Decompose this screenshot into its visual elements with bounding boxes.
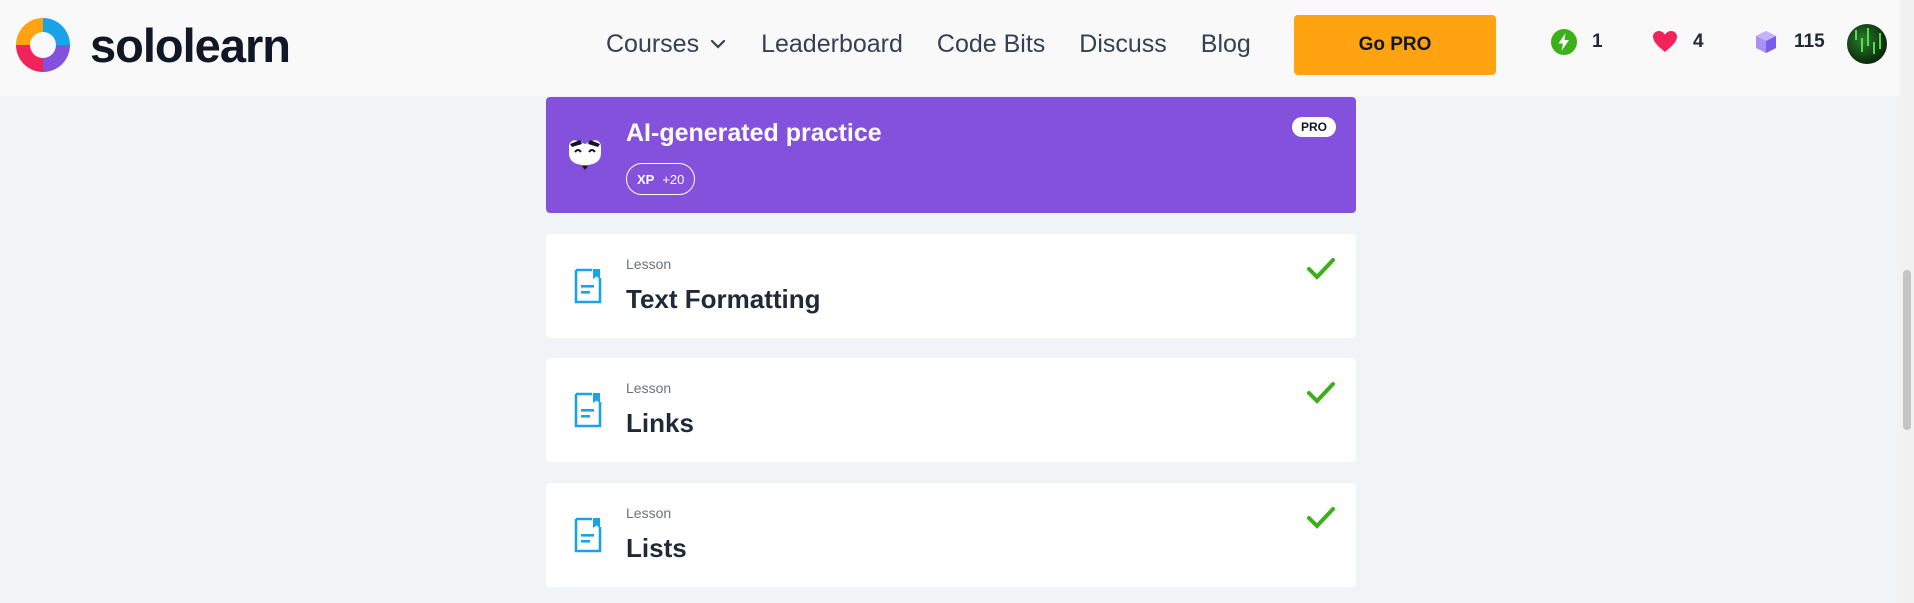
nav-code-bits[interactable]: Code Bits bbox=[937, 30, 1045, 59]
nav-courses[interactable]: Courses bbox=[606, 30, 727, 59]
go-pro-button[interactable]: Go PRO bbox=[1294, 15, 1496, 75]
lightning-icon bbox=[1551, 29, 1577, 55]
lesson-document-icon bbox=[574, 268, 602, 304]
lesson-title: Links bbox=[626, 408, 694, 438]
page-scrollbar[interactable] bbox=[1900, 0, 1914, 603]
user-avatar[interactable] bbox=[1847, 24, 1887, 64]
nav-discuss[interactable]: Discuss bbox=[1079, 30, 1167, 59]
pro-badge: PRO bbox=[1291, 117, 1336, 137]
nav-blog[interactable]: Blog bbox=[1201, 30, 1251, 59]
checkmark-icon bbox=[1307, 507, 1335, 529]
main-nav: Courses Leaderboard Code Bits Discuss Bl… bbox=[606, 0, 1285, 88]
lesson-title: Text Formatting bbox=[626, 284, 821, 314]
sololearn-logo[interactable]: sololearn bbox=[12, 14, 291, 76]
lesson-card[interactable]: Lesson Links bbox=[546, 358, 1356, 462]
lesson-card[interactable]: Lesson Lists bbox=[546, 483, 1356, 587]
ai-practice-card[interactable]: AI-generated practice XP +20 PRO bbox=[546, 97, 1356, 213]
lesson-document-icon bbox=[574, 517, 602, 553]
nav-courses-label: Courses bbox=[606, 29, 700, 58]
lesson-kind: Lesson bbox=[626, 380, 672, 396]
top-header: sololearn Courses Leaderboard Code Bits … bbox=[0, 0, 1900, 96]
streak-counter[interactable]: 1 bbox=[1550, 28, 1603, 56]
hearts-count: 4 bbox=[1693, 31, 1704, 52]
chevron-down-icon bbox=[710, 39, 726, 49]
checkmark-icon bbox=[1307, 258, 1335, 280]
nav-leaderboard[interactable]: Leaderboard bbox=[761, 30, 903, 59]
checkmark-icon bbox=[1307, 382, 1335, 404]
lesson-kind: Lesson bbox=[626, 505, 672, 521]
lesson-card[interactable]: Lesson Text Formatting bbox=[546, 234, 1356, 338]
practice-title: AI-generated practice bbox=[626, 119, 882, 147]
lesson-title: Lists bbox=[626, 533, 687, 563]
gems-counter[interactable]: 115 bbox=[1752, 28, 1825, 56]
sololearn-logo-icon bbox=[16, 18, 70, 72]
mascot-icon bbox=[569, 140, 601, 170]
heart-icon bbox=[1653, 31, 1677, 52]
xp-label: XP bbox=[637, 171, 655, 187]
xp-badge: XP +20 bbox=[626, 163, 696, 195]
gem-cube-icon bbox=[1756, 31, 1776, 53]
scrollbar-thumb[interactable] bbox=[1903, 270, 1911, 430]
gems-count: 115 bbox=[1794, 31, 1825, 52]
brand-name: sololearn bbox=[90, 18, 291, 72]
lesson-document-icon bbox=[574, 392, 602, 428]
streak-count: 1 bbox=[1592, 31, 1603, 52]
hearts-counter[interactable]: 4 bbox=[1651, 28, 1704, 56]
lesson-kind: Lesson bbox=[626, 256, 672, 272]
xp-value: +20 bbox=[662, 171, 685, 187]
